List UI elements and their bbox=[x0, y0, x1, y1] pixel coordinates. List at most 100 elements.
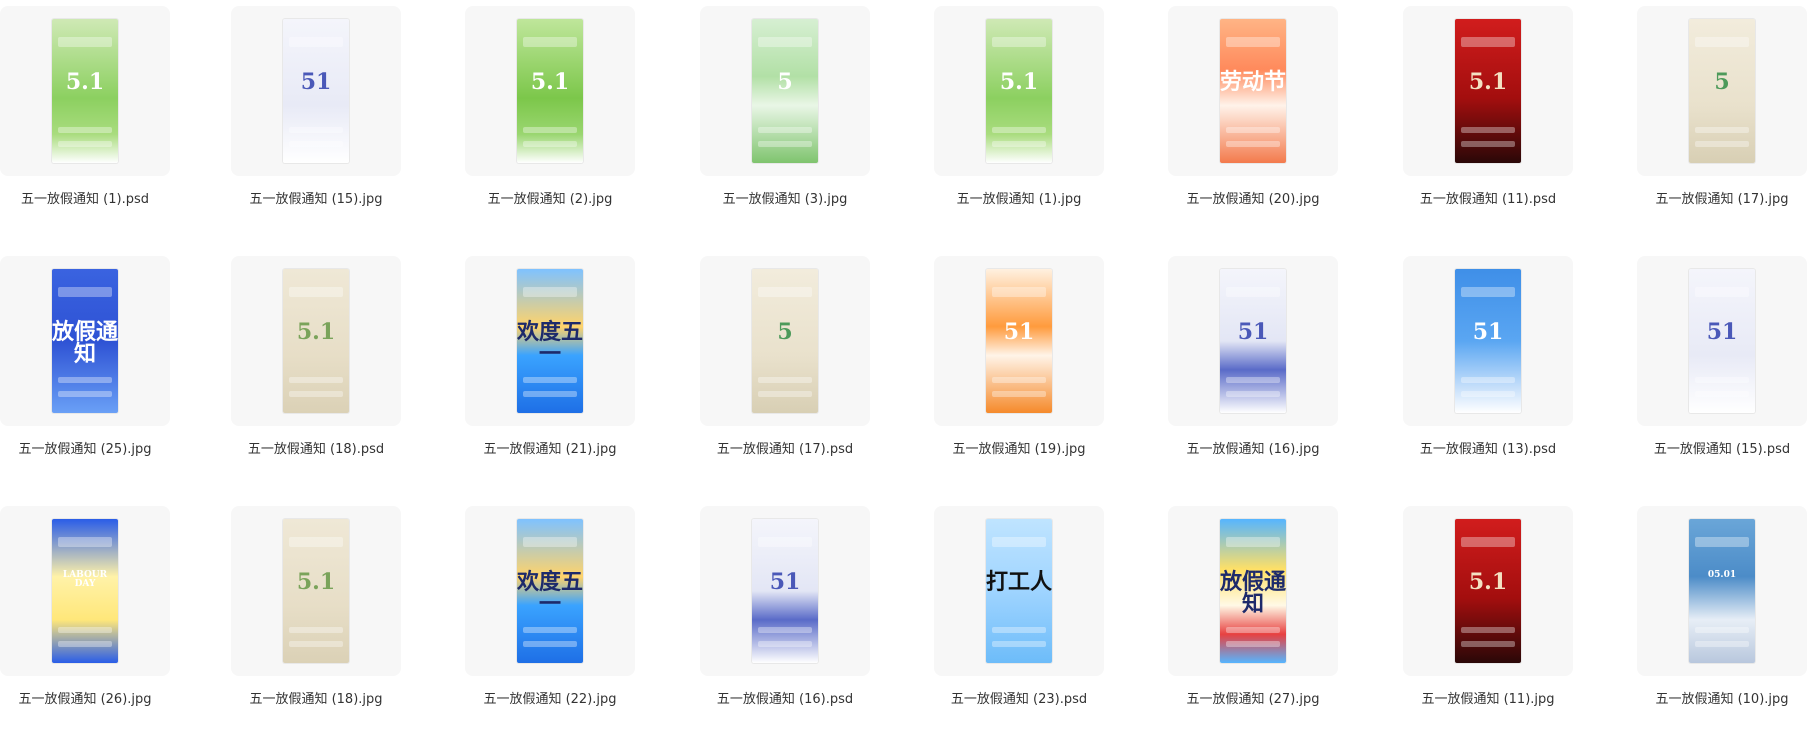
file-item[interactable]: LABOUR DAY 五一放假通知 (26).jpg bbox=[0, 500, 170, 710]
poster-text-band bbox=[992, 641, 1046, 647]
file-item[interactable]: 5.1 五一放假通知 (1).jpg bbox=[934, 0, 1104, 210]
file-name-label[interactable]: 五一放假通知 (10).jpg bbox=[1627, 688, 1813, 707]
file-name-label[interactable]: 五一放假通知 (1).jpg bbox=[924, 188, 1114, 207]
file-name-label[interactable]: 五一放假通知 (19).jpg bbox=[924, 438, 1114, 457]
file-name-label[interactable]: 五一放假通知 (2).jpg bbox=[455, 188, 645, 207]
poster-graphic-mark: 5 bbox=[777, 319, 793, 345]
file-item[interactable]: 5.1 五一放假通知 (18).psd bbox=[231, 250, 401, 460]
file-item[interactable]: 5.1 五一放假通知 (11).psd bbox=[1403, 0, 1573, 210]
poster-text-band bbox=[289, 377, 343, 383]
poster-text-band bbox=[758, 537, 812, 547]
file-thumbnail-card[interactable]: 欢度五一 bbox=[465, 506, 635, 676]
file-item[interactable]: 51 五一放假通知 (19).jpg bbox=[934, 250, 1104, 460]
file-thumbnail-card[interactable]: 51 bbox=[1168, 256, 1338, 426]
poster-thumbnail-image: 打工人 bbox=[986, 519, 1052, 663]
file-item[interactable]: 欢度五一 五一放假通知 (22).jpg bbox=[465, 500, 635, 710]
file-name-label[interactable]: 五一放假通知 (11).psd bbox=[1393, 188, 1583, 207]
poster-graphic-mark: 51 bbox=[1706, 319, 1738, 345]
file-item[interactable]: 5.1 五一放假通知 (2).jpg bbox=[465, 0, 635, 210]
file-name-label[interactable]: 五一放假通知 (17).jpg bbox=[1627, 188, 1813, 207]
file-item[interactable]: 51 五一放假通知 (15).psd bbox=[1637, 250, 1807, 460]
file-item[interactable]: 5 五一放假通知 (17).psd bbox=[700, 250, 870, 460]
file-name-label[interactable]: 五一放假通知 (22).jpg bbox=[455, 688, 645, 707]
file-thumbnail-card[interactable]: 51 bbox=[700, 506, 870, 676]
file-name-label[interactable]: 五一放假通知 (13).psd bbox=[1393, 438, 1583, 457]
poster-text-band bbox=[1461, 127, 1515, 133]
file-thumbnail-card[interactable]: 51 bbox=[1637, 256, 1807, 426]
file-name-label[interactable]: 五一放假通知 (23).psd bbox=[924, 688, 1114, 707]
poster-text-band bbox=[289, 627, 343, 633]
file-item[interactable]: 5 五一放假通知 (3).jpg bbox=[700, 0, 870, 210]
poster-text-band bbox=[1461, 537, 1515, 547]
file-name-label[interactable]: 五一放假通知 (20).jpg bbox=[1158, 188, 1348, 207]
file-name-label[interactable]: 五一放假通知 (27).jpg bbox=[1158, 688, 1348, 707]
file-item[interactable]: 51 五一放假通知 (16).jpg bbox=[1168, 250, 1338, 460]
poster-text-band bbox=[1226, 287, 1280, 297]
poster-text-band bbox=[992, 127, 1046, 133]
poster-text-band bbox=[992, 627, 1046, 633]
file-item[interactable]: 5.1 五一放假通知 (11).jpg bbox=[1403, 500, 1573, 710]
file-thumbnail-card[interactable]: 5.1 bbox=[934, 6, 1104, 176]
poster-thumbnail-image: 51 bbox=[283, 19, 349, 163]
file-thumbnail-card[interactable]: 51 bbox=[231, 6, 401, 176]
file-name-label[interactable]: 五一放假通知 (26).jpg bbox=[0, 688, 180, 707]
file-name-label[interactable]: 五一放假通知 (16).psd bbox=[690, 688, 880, 707]
file-thumbnail-card[interactable]: 05.01 bbox=[1637, 506, 1807, 676]
file-thumbnail-card[interactable]: 欢度五一 bbox=[465, 256, 635, 426]
file-thumbnail-card[interactable]: 51 bbox=[1403, 256, 1573, 426]
poster-thumbnail-image: 5.1 bbox=[1455, 519, 1521, 663]
file-item[interactable]: 打工人 五一放假通知 (23).psd bbox=[934, 500, 1104, 710]
file-item[interactable]: 5 五一放假通知 (17).jpg bbox=[1637, 0, 1807, 210]
poster-text-band bbox=[758, 391, 812, 397]
file-item[interactable]: 5.1 五一放假通知 (18).jpg bbox=[231, 500, 401, 710]
file-name-label[interactable]: 五一放假通知 (25).jpg bbox=[0, 438, 180, 457]
file-name-label[interactable]: 五一放假通知 (15).psd bbox=[1627, 438, 1813, 457]
poster-text-band bbox=[1226, 127, 1280, 133]
file-thumbnail-card[interactable]: 劳动节 bbox=[1168, 6, 1338, 176]
poster-text-band bbox=[523, 141, 577, 147]
poster-text-band bbox=[1695, 627, 1749, 633]
poster-text-band bbox=[1695, 537, 1749, 547]
file-item[interactable]: 51 五一放假通知 (15).jpg bbox=[231, 0, 401, 210]
file-name-label[interactable]: 五一放假通知 (11).jpg bbox=[1393, 688, 1583, 707]
file-name-label[interactable]: 五一放假通知 (3).jpg bbox=[690, 188, 880, 207]
file-name-label[interactable]: 五一放假通知 (15).jpg bbox=[221, 188, 411, 207]
file-name-label[interactable]: 五一放假通知 (21).jpg bbox=[455, 438, 645, 457]
file-item[interactable]: 51 五一放假通知 (13).psd bbox=[1403, 250, 1573, 460]
file-thumbnail-card[interactable]: 打工人 bbox=[934, 506, 1104, 676]
file-thumbnail-card[interactable]: 5 bbox=[1637, 6, 1807, 176]
file-thumbnail-card[interactable]: 放假通知 bbox=[1168, 506, 1338, 676]
file-name-label[interactable]: 五一放假通知 (18).jpg bbox=[221, 688, 411, 707]
poster-text-band bbox=[1461, 37, 1515, 47]
file-thumbnail-card[interactable]: 5.1 bbox=[1403, 6, 1573, 176]
poster-thumbnail-image: 5 bbox=[1689, 19, 1755, 163]
poster-thumbnail-image: 51 bbox=[986, 269, 1052, 413]
file-item[interactable]: 5.1 五一放假通知 (1).psd bbox=[0, 0, 170, 210]
file-name-label[interactable]: 五一放假通知 (1).psd bbox=[0, 188, 180, 207]
file-name-label[interactable]: 五一放假通知 (18).psd bbox=[221, 438, 411, 457]
file-thumbnail-card[interactable]: 5.1 bbox=[231, 506, 401, 676]
poster-text-band bbox=[58, 141, 112, 147]
file-thumbnail-card[interactable]: 5.1 bbox=[0, 6, 170, 176]
file-thumbnail-card[interactable]: LABOUR DAY bbox=[0, 506, 170, 676]
poster-thumbnail-image: 欢度五一 bbox=[517, 519, 583, 663]
file-thumbnail-card[interactable]: 5.1 bbox=[1403, 506, 1573, 676]
poster-text-band bbox=[523, 127, 577, 133]
file-thumbnail-card[interactable]: 5.1 bbox=[465, 6, 635, 176]
file-thumbnail-card[interactable]: 51 bbox=[934, 256, 1104, 426]
file-thumbnail-card[interactable]: 放假通知 bbox=[0, 256, 170, 426]
file-item[interactable]: 放假通知 五一放假通知 (27).jpg bbox=[1168, 500, 1338, 710]
file-thumbnail-card[interactable]: 5 bbox=[700, 256, 870, 426]
file-item[interactable]: 51 五一放假通知 (16).psd bbox=[700, 500, 870, 710]
poster-text-band bbox=[58, 537, 112, 547]
poster-thumbnail-image: 5 bbox=[752, 269, 818, 413]
file-name-label[interactable]: 五一放假通知 (16).jpg bbox=[1158, 438, 1348, 457]
file-thumbnail-card[interactable]: 5.1 bbox=[231, 256, 401, 426]
file-name-label[interactable]: 五一放假通知 (17).psd bbox=[690, 438, 880, 457]
poster-text-band bbox=[58, 127, 112, 133]
file-item[interactable]: 05.01 五一放假通知 (10).jpg bbox=[1637, 500, 1807, 710]
file-item[interactable]: 放假通知 五一放假通知 (25).jpg bbox=[0, 250, 170, 460]
file-thumbnail-card[interactable]: 5 bbox=[700, 6, 870, 176]
file-item[interactable]: 劳动节 五一放假通知 (20).jpg bbox=[1168, 0, 1338, 210]
file-item[interactable]: 欢度五一 五一放假通知 (21).jpg bbox=[465, 250, 635, 460]
